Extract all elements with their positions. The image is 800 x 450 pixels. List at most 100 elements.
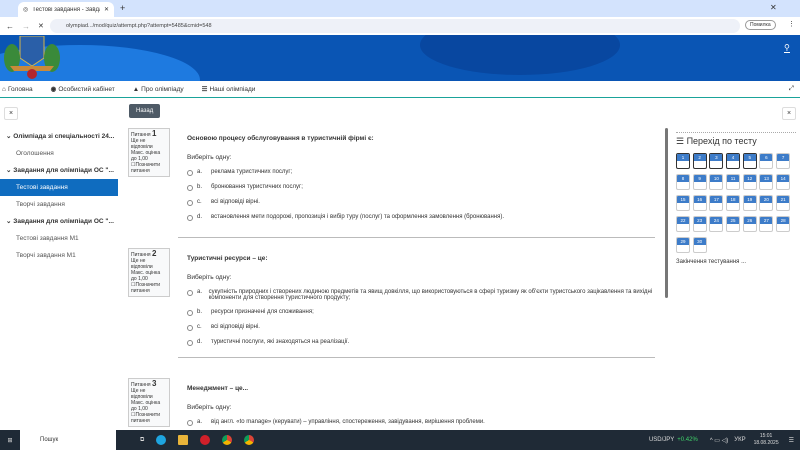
question-text: Основою процесу обслуговування в туристи…: [187, 135, 374, 142]
question-nav-button[interactable]: 6: [759, 153, 774, 169]
menu-icon[interactable]: ⋮: [788, 20, 795, 28]
answer-option[interactable]: b. ресурси призначені для споживання;: [187, 309, 655, 316]
question-nav-button[interactable]: 29: [676, 237, 690, 253]
url-input[interactable]: olympiad.../mod/quiz/attempt.php?attempt…: [50, 19, 740, 33]
question-nav-button[interactable]: 15: [676, 195, 690, 211]
fullscreen-icon[interactable]: ⤢: [789, 85, 794, 93]
question-nav-button[interactable]: 17: [709, 195, 724, 211]
browser-tab[interactable]: ◎ Тестові завдання - Завдання 1 ... ✕: [18, 2, 114, 17]
finish-attempt-link[interactable]: Закінчення тестування ...: [676, 259, 796, 265]
sidebar-item[interactable]: Тестові завдання: [0, 179, 118, 196]
nav-cabinet[interactable]: ◉ Особистий кабінет: [51, 85, 115, 94]
question-nav-button[interactable]: 23: [692, 216, 707, 232]
language[interactable]: УКР: [734, 437, 745, 443]
question-nav-button[interactable]: 8: [676, 174, 690, 190]
answer-option[interactable]: d. встановлення мети подорожі, пропозиція…: [187, 214, 655, 221]
sidebar-item[interactable]: Творчі завдання: [0, 196, 118, 213]
stop-icon[interactable]: ✕: [38, 22, 44, 30]
sidebar-item[interactable]: Оголошення: [0, 145, 118, 162]
search-icon[interactable]: ⚲: [784, 43, 790, 53]
close-sidebar-button[interactable]: ×: [4, 107, 18, 120]
question-nav-button[interactable]: 12: [742, 174, 757, 190]
flag-question[interactable]: ☐Позначити питання: [131, 282, 160, 294]
answer-option[interactable]: c. всі відповіді вірні.: [187, 324, 655, 331]
question-nav-button[interactable]: 30: [692, 237, 707, 253]
sidebar-item[interactable]: ⌄ Завдання для олімпіади ОС "...: [0, 162, 118, 179]
question-nav-button[interactable]: 19: [742, 195, 757, 211]
question-nav-button[interactable]: 16: [692, 195, 707, 211]
question-nav-button[interactable]: 13: [759, 174, 774, 190]
sidebar-item[interactable]: Творчі завдання М1: [0, 247, 118, 264]
question-nav-button[interactable]: 4: [726, 153, 741, 169]
flag-question[interactable]: ☐Позначити питання: [131, 412, 160, 424]
answer-option[interactable]: a. сукупність природних і створених людин…: [187, 289, 655, 301]
close-window-button[interactable]: ✕: [770, 3, 777, 12]
close-panel-button[interactable]: ×: [782, 107, 796, 120]
question-nav-button[interactable]: 26: [742, 216, 757, 232]
radio-button[interactable]: [187, 290, 193, 296]
windows-icon[interactable]: ⊞: [0, 437, 20, 444]
question-nav-button[interactable]: 22: [676, 216, 690, 232]
taskbar-search[interactable]: Пошук: [20, 430, 116, 450]
radio-button[interactable]: [187, 420, 193, 426]
explorer-icon[interactable]: [178, 435, 189, 445]
select-prompt: Виберіть одну:: [187, 154, 232, 161]
nav-olympiads[interactable]: ☰ Наші олімпіади: [202, 85, 256, 94]
answer-option[interactable]: a. реклама туристичних послуг;: [187, 169, 655, 176]
radio-button[interactable]: [187, 310, 193, 316]
question-nav-button[interactable]: 1: [676, 153, 690, 169]
radio-button[interactable]: [187, 325, 193, 331]
question-nav-button[interactable]: 21: [776, 195, 791, 211]
tray-icons[interactable]: ^ ▭ ◁): [710, 437, 728, 444]
question-nav-button[interactable]: 10: [709, 174, 724, 190]
radio-button[interactable]: [187, 340, 193, 346]
flag-question[interactable]: ☐Позначити питання: [131, 162, 160, 174]
question-text: Менеджмент – це...: [187, 385, 249, 392]
radio-button[interactable]: [187, 215, 193, 221]
answer-option[interactable]: b. бронювання туристичних послуг;: [187, 184, 655, 191]
close-tab-icon[interactable]: ✕: [104, 6, 109, 13]
answer-option[interactable]: a. від англ. «to manage» (керувати) – упр…: [187, 419, 655, 426]
question-nav-button[interactable]: 7: [776, 153, 791, 169]
nav-home[interactable]: ⌂ Головна: [2, 86, 33, 93]
chrome-active-icon[interactable]: [244, 435, 255, 445]
answer-option[interactable]: c. всі відповіді вірні.: [187, 199, 655, 206]
notifications-icon[interactable]: ☰: [789, 437, 794, 444]
question-nav-button[interactable]: 18: [726, 195, 741, 211]
answer-option[interactable]: d. туристичні послуги, які знаходяться на…: [187, 339, 655, 346]
home-icon: ⌂: [2, 85, 6, 93]
question-nav-button[interactable]: 9: [692, 174, 707, 190]
opera-icon[interactable]: [200, 435, 211, 445]
scrollbar[interactable]: [665, 128, 668, 298]
radio-button[interactable]: [187, 170, 193, 176]
task-view-icon[interactable]: ⧉: [140, 437, 144, 444]
sidebar-item[interactable]: Тестові завдання М1: [0, 230, 118, 247]
question-nav-button[interactable]: 25: [726, 216, 741, 232]
back-icon[interactable]: ←: [6, 22, 14, 31]
question-nav-button[interactable]: 20: [759, 195, 774, 211]
quiz-navigation: ☰ Перехід по тесту 1 2 3 4 5 6 7 8 9 10 11 12 13 14 15…: [676, 132, 796, 265]
question-nav-button[interactable]: 5: [742, 153, 757, 169]
radio-button[interactable]: [187, 185, 193, 191]
sidebar-item[interactable]: ⌄ Завдання для олімпіади ОС "...: [0, 213, 118, 230]
chrome-icon[interactable]: [222, 435, 233, 445]
question-nav-button[interactable]: 28: [776, 216, 791, 232]
question-info: Питання 2 Ще не відповіли Макс. оцінка до …: [128, 248, 170, 297]
back-button[interactable]: Назад: [129, 104, 161, 118]
forward-icon[interactable]: →: [22, 22, 30, 31]
question-nav-button[interactable]: 24: [709, 216, 724, 232]
clock[interactable]: 15:01 18.08.2025: [754, 433, 779, 447]
nav-about[interactable]: ▲ Про олімпіаду: [133, 86, 184, 93]
sidebar-item[interactable]: ⌄ Олімпіада зі спеціальності 24...: [0, 128, 118, 145]
question-nav-button[interactable]: 27: [759, 216, 774, 232]
radio-button[interactable]: [187, 200, 193, 206]
question-nav-button[interactable]: 11: [726, 174, 741, 190]
profile-button[interactable]: Помилка: [745, 20, 776, 30]
new-tab-button[interactable]: +: [120, 3, 125, 13]
edge-icon[interactable]: [156, 435, 167, 445]
select-prompt: Виберіть одну:: [187, 404, 232, 411]
question-nav-button[interactable]: 14: [776, 174, 791, 190]
ticker[interactable]: USD/JPY: [649, 437, 674, 443]
question-nav-button[interactable]: 3: [709, 153, 724, 169]
question-nav-button[interactable]: 2: [692, 153, 707, 169]
